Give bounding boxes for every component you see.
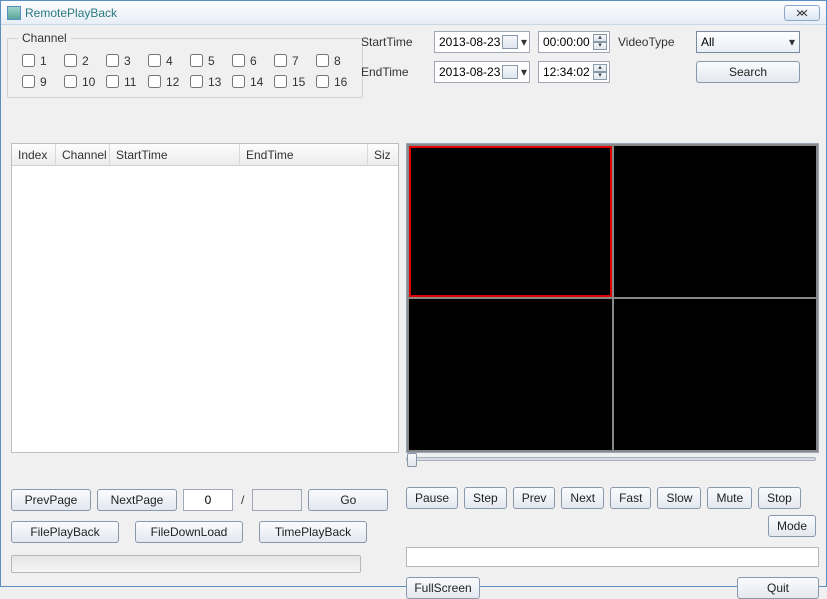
download-progress bbox=[11, 555, 361, 573]
page-current-input[interactable] bbox=[183, 489, 233, 511]
chevron-down-icon: ▾ bbox=[521, 65, 527, 79]
video-grid bbox=[406, 143, 819, 453]
filedownload-button[interactable]: FileDownLoad bbox=[135, 521, 243, 543]
col-size[interactable]: Siz bbox=[368, 144, 398, 165]
app-icon bbox=[7, 6, 21, 20]
content-area: Channel 1 2 3 4 5 6 7 8 9 10 11 12 13 14… bbox=[1, 25, 826, 586]
chevron-down-icon: ▾ bbox=[789, 35, 795, 49]
time-search-panel: StartTime 2013-08-23 ▾ 00:00:00 ▴▾ Video… bbox=[361, 31, 816, 91]
spinner-icon[interactable]: ▴▾ bbox=[593, 64, 607, 80]
window-title: RemotePlayBack bbox=[25, 6, 117, 20]
channel-16[interactable]: 16 bbox=[312, 72, 352, 91]
channel-15[interactable]: 15 bbox=[270, 72, 310, 91]
video-cell-4[interactable] bbox=[614, 299, 817, 450]
pager: PrevPage NextPage / Go bbox=[11, 489, 399, 511]
video-panel: Pause Step Prev Next Fast Slow Mute Stop… bbox=[406, 143, 816, 599]
channel-row-1: 1 2 3 4 5 6 7 8 bbox=[18, 51, 352, 70]
table-header: Index Channel StartTime EndTime Siz bbox=[12, 144, 398, 166]
titlebar: RemotePlayBack bbox=[1, 1, 826, 25]
channel-11[interactable]: 11 bbox=[102, 72, 142, 91]
channel-1[interactable]: 1 bbox=[18, 51, 58, 70]
playback-controls: Pause Step Prev Next Fast Slow Mute Stop… bbox=[406, 487, 816, 537]
video-cell-1[interactable] bbox=[409, 146, 612, 297]
channel-13[interactable]: 13 bbox=[186, 72, 226, 91]
endtime-label: EndTime bbox=[361, 65, 426, 79]
nextpage-button[interactable]: NextPage bbox=[97, 489, 177, 511]
status-strip bbox=[406, 547, 819, 567]
col-starttime[interactable]: StartTime bbox=[110, 144, 240, 165]
next-button[interactable]: Next bbox=[561, 487, 604, 509]
fullscreen-button[interactable]: FullScreen bbox=[406, 577, 480, 599]
result-panel: Index Channel StartTime EndTime Siz Prev… bbox=[11, 143, 399, 573]
chevron-down-icon: ▾ bbox=[521, 35, 527, 49]
channel-7[interactable]: 7 bbox=[270, 51, 310, 70]
channel-2[interactable]: 2 bbox=[60, 51, 100, 70]
spinner-icon[interactable]: ▴▾ bbox=[593, 34, 607, 50]
calendar-icon bbox=[502, 65, 518, 79]
end-date-input[interactable]: 2013-08-23 ▾ bbox=[434, 61, 530, 83]
prev-button[interactable]: Prev bbox=[513, 487, 556, 509]
page-separator: / bbox=[239, 493, 246, 507]
slider-thumb[interactable] bbox=[407, 453, 417, 467]
start-time-input[interactable]: 00:00:00 ▴▾ bbox=[538, 31, 610, 53]
channel-9[interactable]: 9 bbox=[18, 72, 58, 91]
starttime-label: StartTime bbox=[361, 35, 426, 49]
channel-8[interactable]: 8 bbox=[312, 51, 352, 70]
prevpage-button[interactable]: PrevPage bbox=[11, 489, 91, 511]
slider-track[interactable] bbox=[406, 457, 816, 461]
quit-button[interactable]: Quit bbox=[737, 577, 819, 599]
channel-4[interactable]: 4 bbox=[144, 51, 184, 70]
video-cell-2[interactable] bbox=[614, 146, 817, 297]
go-button[interactable]: Go bbox=[308, 489, 388, 511]
mute-button[interactable]: Mute bbox=[707, 487, 752, 509]
playback-slider[interactable] bbox=[406, 457, 816, 461]
channel-10[interactable]: 10 bbox=[60, 72, 100, 91]
timeplayback-button[interactable]: TimePlayBack bbox=[259, 521, 367, 543]
page-total bbox=[252, 489, 302, 511]
col-channel[interactable]: Channel bbox=[56, 144, 110, 165]
channel-row-2: 9 10 11 12 13 14 15 16 bbox=[18, 72, 352, 91]
channel-14[interactable]: 14 bbox=[228, 72, 268, 91]
channel-12[interactable]: 12 bbox=[144, 72, 184, 91]
close-icon bbox=[795, 9, 809, 17]
videotype-label: VideoType bbox=[618, 35, 688, 49]
remote-playback-window: RemotePlayBack Channel 1 2 3 4 5 6 7 8 9… bbox=[0, 0, 827, 587]
channel-legend: Channel bbox=[18, 31, 71, 45]
search-button[interactable]: Search bbox=[696, 61, 800, 83]
calendar-icon bbox=[502, 35, 518, 49]
video-cell-3[interactable] bbox=[409, 299, 612, 450]
channel-3[interactable]: 3 bbox=[102, 51, 142, 70]
file-buttons: FilePlayBack FileDownLoad TimePlayBack bbox=[11, 521, 399, 543]
stop-button[interactable]: Stop bbox=[758, 487, 801, 509]
channel-6[interactable]: 6 bbox=[228, 51, 268, 70]
fast-button[interactable]: Fast bbox=[610, 487, 651, 509]
slow-button[interactable]: Slow bbox=[657, 487, 701, 509]
mode-button[interactable]: Mode bbox=[768, 515, 816, 537]
fileplayback-button[interactable]: FilePlayBack bbox=[11, 521, 119, 543]
step-button[interactable]: Step bbox=[464, 487, 507, 509]
table-body bbox=[12, 166, 398, 452]
end-time-input[interactable]: 12:34:02 ▴▾ bbox=[538, 61, 610, 83]
start-date-input[interactable]: 2013-08-23 ▾ bbox=[434, 31, 530, 53]
channel-group: Channel 1 2 3 4 5 6 7 8 9 10 11 12 13 14… bbox=[7, 31, 363, 98]
close-button[interactable] bbox=[784, 5, 820, 21]
results-table[interactable]: Index Channel StartTime EndTime Siz bbox=[11, 143, 399, 453]
channel-5[interactable]: 5 bbox=[186, 51, 226, 70]
pause-button[interactable]: Pause bbox=[406, 487, 458, 509]
col-index[interactable]: Index bbox=[12, 144, 56, 165]
col-endtime[interactable]: EndTime bbox=[240, 144, 368, 165]
videotype-select[interactable]: All ▾ bbox=[696, 31, 800, 53]
